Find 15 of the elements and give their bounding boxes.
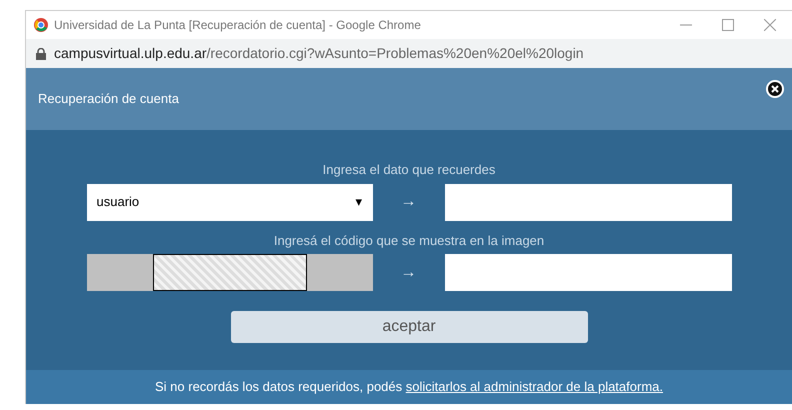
dialog-title: Recuperación de cuenta (38, 90, 179, 108)
arrow-text: → (400, 192, 418, 212)
arrow-text: → (400, 262, 418, 282)
input-field[interactable] (444, 184, 732, 220)
submit-button[interactable]: aceptar (230, 311, 588, 343)
input-field[interactable] (444, 254, 732, 291)
window-title: Universidad de La Punta [Recuperación de cuenta] - Google Chrome (54, 17, 422, 34)
admin-link[interactable]: solicitarlos al administrador de la plataforma. (406, 379, 663, 394)
field-label: Ingresá el código que se muestra en la imagen (274, 232, 544, 250)
footer-text: Si no recordás los datos requeridos, podés solicitarlos al administrador de la plataforma. (155, 378, 663, 396)
browser-logo-icon (34, 18, 48, 32)
field-label: Ingresa el dato que recuerdes (322, 161, 496, 179)
data-type-select[interactable]: usuario ▾ (86, 184, 372, 220)
maximize-icon[interactable] (722, 19, 734, 31)
lock-icon (36, 48, 46, 60)
